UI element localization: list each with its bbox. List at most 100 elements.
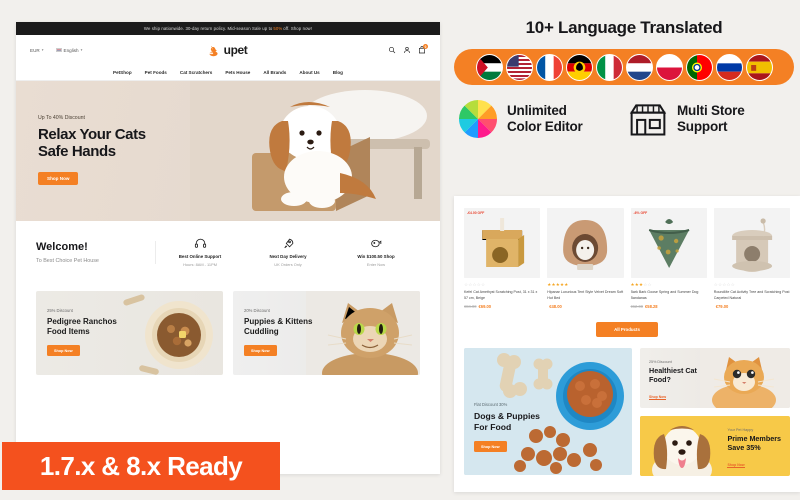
announcement-bar: We ship nationwide. 30-day return policy… [16, 22, 440, 35]
pet-mascot-icon [209, 45, 218, 56]
flag-list [454, 49, 794, 85]
promo-card-kittens[interactable]: 20% Discount Puppies & Kittens Cuddling … [233, 291, 420, 375]
product-current-price: €58.28 [645, 304, 658, 310]
product-thumbnail [547, 208, 624, 278]
product-card[interactable]: ☆☆☆☆☆ RoundMe Cat Activity Tree and Scra… [713, 208, 790, 310]
version-ribbon-text: 1.7.x & 8.x Ready [39, 450, 243, 481]
feature-delivery-title: Next Day Delivery [269, 254, 307, 259]
cart-button[interactable]: 0 [418, 44, 428, 54]
flag-poland-icon [655, 53, 683, 81]
promo-shop-now-button[interactable]: Shop Now [244, 345, 277, 357]
storefront-preview: We ship nationwide. 30-day return policy… [16, 22, 440, 474]
right-column: 10+ Language Translated Unlimited Color … [448, 0, 800, 500]
product-rating: ☆☆☆☆☆ [464, 282, 486, 287]
nav-item-pet-foods[interactable]: Pet Foods [145, 70, 167, 75]
promo-title-line1: Puppies & Kittens [244, 317, 313, 326]
product-current-price: €48.00 [549, 304, 562, 310]
language-selector[interactable]: English ▾ [55, 47, 83, 53]
banner-title-line2: Food? [649, 375, 671, 385]
multi-store-line1: Multi Store [677, 102, 745, 118]
promo-card-pedigree[interactable]: 25% Discount Pedigree Ranchos Food Items… [36, 291, 223, 375]
product-card[interactable]: -€4.00 OFF ☆☆☆☆☆ Kefel Cat Amethyst Scra… [464, 208, 541, 309]
kitten-image [700, 348, 790, 409]
banner-eyebrow: Your Pet Happy [727, 428, 754, 433]
banner-eyebrow: 25% Discount [649, 360, 672, 365]
flag-netherlands-icon [625, 53, 653, 81]
hero-shop-now-button[interactable]: Shop Now [38, 171, 79, 185]
banner-eyebrow: Flat Discount 30% [474, 402, 508, 408]
promo-title-line2: Cuddling [244, 326, 279, 336]
feature-win-sub: Enter Now [366, 262, 386, 267]
version-ribbon: 1.7.x & 8.x Ready [2, 442, 280, 490]
nav-item-cat-scratchers[interactable]: Cat Scratchers [180, 70, 212, 75]
search-icon[interactable] [388, 46, 396, 54]
header-selectors: EUR ▾ English ▾ [30, 48, 82, 53]
chevron-down-icon: ▾ [80, 48, 83, 52]
side-banner-column: 25% Discount Healthiest Cat Food? Shop N… [640, 348, 790, 477]
flag-portugal-icon [685, 53, 713, 81]
banner-shop-now-button[interactable]: Shop Now [649, 395, 667, 401]
account-icon[interactable] [403, 46, 411, 54]
feature-color-editor: Unlimited Color Editor [458, 99, 620, 139]
language-section-title: 10+ Language Translated [525, 18, 723, 37]
product-discount-badge: -6% OFF [633, 211, 648, 215]
hero-title-line1: Relax Your Cats [38, 126, 146, 143]
product-card[interactable]: -6% OFF ★★★☆☆ Bark Bark Goose Spring and… [630, 208, 707, 310]
promo-shop-now-button[interactable]: Shop Now [47, 345, 80, 357]
nav-item-about-us[interactable]: About Us [299, 70, 319, 75]
banner-title-line2: Save 35% [727, 443, 761, 453]
promo-eyebrow: 20% Discount [244, 308, 270, 313]
language-label: English [63, 47, 79, 53]
banner-title-line1: Dogs & Puppies [474, 411, 540, 422]
dog-food-bowl-image [123, 294, 213, 375]
hero-dog-image [190, 81, 440, 221]
banner-shop-now-button[interactable]: Shop Now [474, 441, 507, 453]
product-current-price: €79.00 [715, 304, 729, 310]
promo-eyebrow: 25% Discount [47, 308, 73, 313]
banner-prime-members[interactable]: Your Pet Happy Prime Members Save 35% Sh… [640, 416, 790, 477]
color-editor-line2: Color Editor [507, 119, 583, 134]
feature-multi-store: Multi Store Support [628, 99, 790, 139]
banner-copy: Your Pet Happy Prime Members Save 35% Sh… [727, 428, 781, 470]
promo-copy: 25% Discount Pedigree Ranchos Food Items… [47, 308, 117, 357]
site-logo[interactable]: upet [209, 43, 248, 57]
page-root: We ship nationwide. 30-day return policy… [0, 0, 800, 500]
feature-support-sub: Hours: 8AM - 11PM [183, 262, 217, 267]
cat-image [306, 291, 420, 375]
product-name: Kefel Cat Amethyst Scratching Post, 31 x… [464, 290, 538, 300]
banner-shop-now-button[interactable]: Shop Now [727, 463, 745, 469]
product-discount-badge: -€4.00 OFF [467, 211, 485, 215]
rocket-icon [283, 238, 293, 249]
currency-label: EUR [30, 47, 40, 53]
announcement-discount: 50% [273, 26, 283, 31]
feature-win-title: Win $100.50 Shop [357, 254, 395, 259]
nav-item-all-brands[interactable]: All Brands [263, 70, 286, 75]
banner-dogs-puppies[interactable]: Flat Discount 30% Dogs & Puppies For Foo… [464, 348, 632, 476]
product-rating: ★★★★★ [547, 282, 569, 287]
product-rating: ☆☆☆☆☆ [713, 282, 735, 287]
welcome-copy: Welcome! To Best Choice Pet House [36, 240, 156, 264]
cat-scratching-post-image [464, 208, 541, 278]
banner-title-line2: For Food [474, 421, 512, 432]
nav-item-petshop[interactable]: PetShop [113, 70, 132, 75]
product-card[interactable]: ★★★★★ Hipanar Luxurious Tent Style Velve… [547, 208, 624, 310]
products-panel: -€4.00 OFF ☆☆☆☆☆ Kefel Cat Amethyst Scra… [454, 196, 800, 492]
promo-copy: 20% Discount Puppies & Kittens Cuddling … [244, 308, 312, 357]
flag-germany-icon [565, 53, 593, 81]
flag-italy-icon [595, 53, 623, 81]
nav-item-pets-house[interactable]: Pets House [225, 70, 250, 75]
logo-text: upet [223, 43, 248, 57]
store-icon [629, 104, 667, 136]
all-products-button[interactable]: All Products [596, 322, 658, 338]
headset-icon [194, 238, 206, 248]
nav-item-blog[interactable]: Blog [333, 70, 343, 75]
promo-title-line2: Food Items [47, 326, 90, 336]
color-wheel-icon [459, 100, 497, 138]
banner-copy: 25% Discount Healthiest Cat Food? Shop N… [649, 360, 697, 402]
welcome-section: Welcome! To Best Choice Pet House Best O… [16, 221, 440, 283]
piggy-bank-icon [370, 239, 381, 248]
feature-support-title: Best Online Support [178, 254, 222, 259]
banner-healthiest-cat-food[interactable]: 25% Discount Healthiest Cat Food? Shop N… [640, 348, 790, 409]
currency-selector[interactable]: EUR ▾ [30, 48, 44, 53]
hero-copy: Up To 40% Discount Relax Your Cats Safe … [38, 115, 146, 185]
